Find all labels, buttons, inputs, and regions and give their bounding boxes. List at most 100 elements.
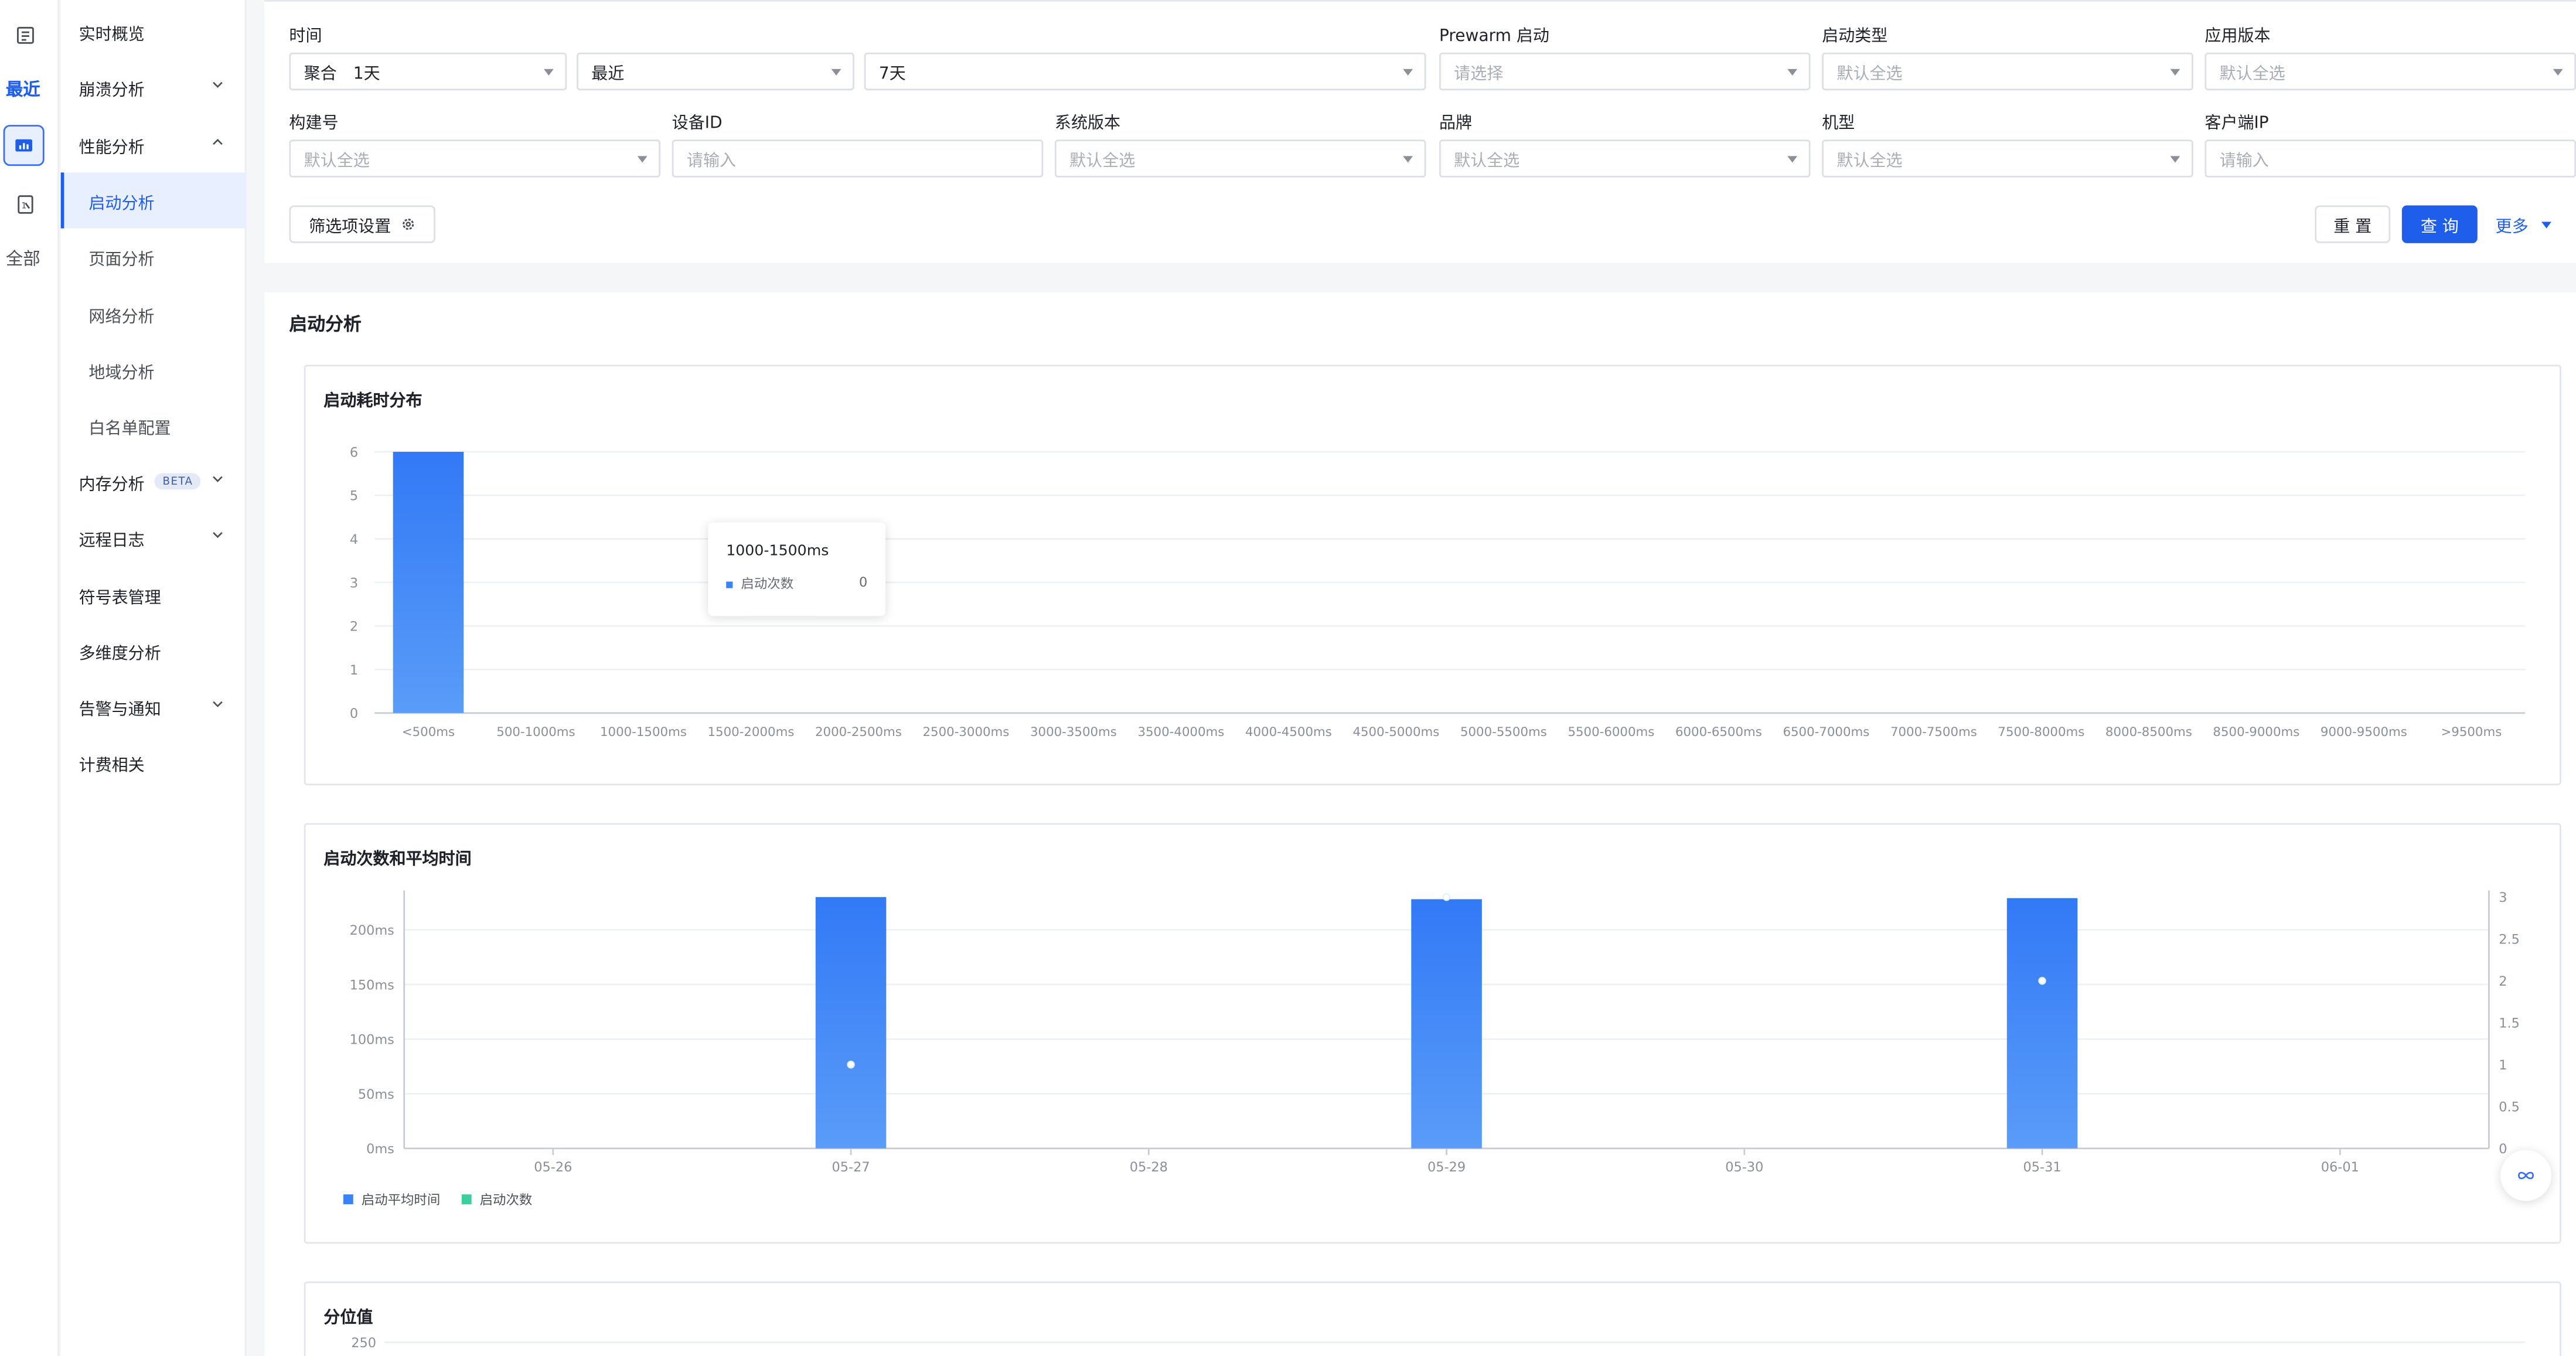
sidebar-item-label: 页面分析 xyxy=(88,250,155,269)
sidebar-item-region[interactable]: 地域分析 xyxy=(61,342,247,397)
time-span-value: 7天 xyxy=(878,66,906,84)
time-aggregation-select[interactable]: 聚合 1天 xyxy=(289,52,567,91)
caret-down-icon xyxy=(2170,156,2180,163)
y-tick-label: 3 xyxy=(350,575,358,591)
brand-select[interactable]: 默认全选 xyxy=(1439,139,1811,178)
sidebar-item-network[interactable]: 网络分析 xyxy=(61,286,247,342)
device-id-input[interactable]: 请输入 xyxy=(672,139,1044,178)
y-left-tick-label: 0ms xyxy=(366,1142,394,1157)
time-span-select[interactable]: 7天 xyxy=(864,52,1426,91)
document-list-icon[interactable] xyxy=(5,15,44,54)
recent-tab[interactable]: 最近 xyxy=(0,69,46,108)
os-version-select[interactable]: 默认全选 xyxy=(1054,139,1426,178)
time-agg-text: 聚合 xyxy=(304,66,337,84)
model-select[interactable]: 默认全选 xyxy=(1822,139,2193,178)
chevron-down-icon xyxy=(213,81,223,88)
y-left-tick-label: 50ms xyxy=(358,1087,394,1102)
legend-label-avg-time: 启动平均时间 xyxy=(362,1193,440,1208)
x-tick-label: 05-30 xyxy=(1725,1160,1763,1175)
x-tick-label: >9500ms xyxy=(2441,725,2502,740)
y-left-tick-label: 200ms xyxy=(350,923,394,938)
sidebar-item-label: 白名单配置 xyxy=(88,420,171,438)
bar xyxy=(2006,898,2078,1149)
sidebar-item-page[interactable]: 页面分析 xyxy=(61,229,247,284)
gear-icon xyxy=(403,219,414,230)
y-right-tick-label: 3 xyxy=(2499,890,2507,905)
main-panel: 启动分析 启动耗时分布 0 1 2 3 4 5 6 <500ms 500-1000ms 1000-… xyxy=(264,292,2576,1356)
sidebar-item-memory[interactable]: 内存分析 BETA xyxy=(61,454,247,509)
floating-help-button[interactable] xyxy=(2500,1150,2551,1201)
sidebar-item-label: 符号表管理 xyxy=(79,589,161,607)
sidebar-item-multidim[interactable]: 多维度分析 xyxy=(61,623,247,679)
build-value: 默认全选 xyxy=(304,152,370,171)
filter-settings-label: 筛选项设置 xyxy=(309,218,391,237)
client-ip-input[interactable]: 请输入 xyxy=(2204,139,2576,178)
launch-type-select[interactable]: 默认全选 xyxy=(1822,52,2193,91)
model-label: 机型 xyxy=(1822,115,1855,134)
build-select[interactable]: 默认全选 xyxy=(289,139,661,178)
sidebar-item-remote-log[interactable]: 远程日志 xyxy=(61,509,247,565)
sidebar-item-alerts[interactable]: 告警与通知 xyxy=(61,679,247,734)
y-tick-label: 4 xyxy=(350,532,358,547)
reset-button[interactable]: 重 置 xyxy=(2315,205,2391,243)
app-document-icon[interactable]: 1 xyxy=(5,184,44,223)
x-tick-label: 3500-4000ms xyxy=(1137,725,1224,740)
tooltip-series-marker xyxy=(726,581,733,588)
chevron-up-icon xyxy=(213,138,223,145)
duration-distribution-chart: 0 1 2 3 4 5 6 <500ms 500-1000ms 1000-1500ms 1500-2… xyxy=(350,445,2526,740)
y-right-tick-label: 0.5 xyxy=(2499,1100,2520,1115)
prewarm-select[interactable]: 请选择 xyxy=(1439,52,1811,91)
more-button[interactable]: 更多 xyxy=(2496,212,2551,237)
sidebar-item-label: 启动分析 xyxy=(88,195,155,213)
sidebar-item-overview[interactable]: 实时概览 xyxy=(61,4,247,59)
sidebar-item-crash[interactable]: 崩溃分析 xyxy=(61,59,247,115)
sidebar-item-billing[interactable]: 计费相关 xyxy=(61,734,247,790)
y-tick-label: 2 xyxy=(350,619,358,635)
sidebar-item-launch[interactable]: 启动分析 xyxy=(60,172,247,229)
os-version-value: 默认全选 xyxy=(1069,152,1136,171)
x-tick-label: 5000-5500ms xyxy=(1460,725,1547,740)
y-tick-label: 250 xyxy=(351,1335,376,1351)
filter-settings-button[interactable]: 筛选项设置 xyxy=(289,205,435,243)
prewarm-placeholder: 请选择 xyxy=(1454,66,1504,84)
all-tab[interactable]: 全部 xyxy=(0,239,46,278)
query-button[interactable]: 查 询 xyxy=(2401,205,2478,243)
y-right-tick-label: 2.5 xyxy=(2499,932,2520,948)
prewarm-label: Prewarm 启动 xyxy=(1439,28,1549,46)
sidebar-item-label: 崩溃分析 xyxy=(79,81,145,100)
x-tick-label: 05-27 xyxy=(832,1160,870,1175)
sidebar-item-whitelist[interactable]: 白名单配置 xyxy=(61,397,247,453)
caret-down-icon xyxy=(1787,156,1798,163)
app-version-select[interactable]: 默认全选 xyxy=(2204,52,2576,91)
percentile-card: 分位值 250 xyxy=(304,1281,2561,1356)
y-right-tick-label: 0 xyxy=(2499,1142,2507,1157)
tooltip-value: 0 xyxy=(859,575,868,590)
x-tick-label: 2500-3000ms xyxy=(922,725,1009,740)
caret-down-icon xyxy=(1403,156,1413,163)
x-tick-label: 1000-1500ms xyxy=(600,725,687,740)
sidebar-item-performance[interactable]: 性能分析 xyxy=(61,117,247,172)
time-range-select[interactable]: 最近 xyxy=(577,52,854,91)
y-tick-label: 1 xyxy=(350,663,358,678)
app-version-label: 应用版本 xyxy=(2204,28,2271,46)
bar xyxy=(1411,899,1482,1149)
device-id-placeholder: 请输入 xyxy=(686,152,737,171)
x-tick-label: 500-1000ms xyxy=(496,725,575,740)
caret-down-icon xyxy=(2170,69,2180,76)
sidebar-item-symbols[interactable]: 符号表管理 xyxy=(61,567,247,622)
brand-value: 默认全选 xyxy=(1454,152,1520,171)
x-tick-label: 05-29 xyxy=(1427,1160,1466,1175)
y-left-tick-label: 100ms xyxy=(350,1033,394,1048)
performance-chart-icon[interactable] xyxy=(3,125,45,166)
launch-type-label: 启动类型 xyxy=(1822,28,1888,46)
count-avg-time-card: 启动次数和平均时间 0ms 50ms 100ms 150ms 200ms 0 0.5 1 1.5… xyxy=(304,823,2561,1244)
y-left-tick-label: 150ms xyxy=(350,977,394,993)
y-right-tick-label: 2 xyxy=(2499,974,2507,989)
x-tick-label: <500ms xyxy=(402,725,455,740)
y-tick-label: 5 xyxy=(350,489,358,504)
icon-bar: 最近 1 全部 xyxy=(0,0,59,1356)
chart-tooltip: 1000-1500ms 启动次数 0 xyxy=(708,522,886,616)
x-tick-label: 5500-6000ms xyxy=(1568,725,1654,740)
time-label: 时间 xyxy=(289,28,322,46)
launch-type-value: 默认全选 xyxy=(1836,66,1903,84)
